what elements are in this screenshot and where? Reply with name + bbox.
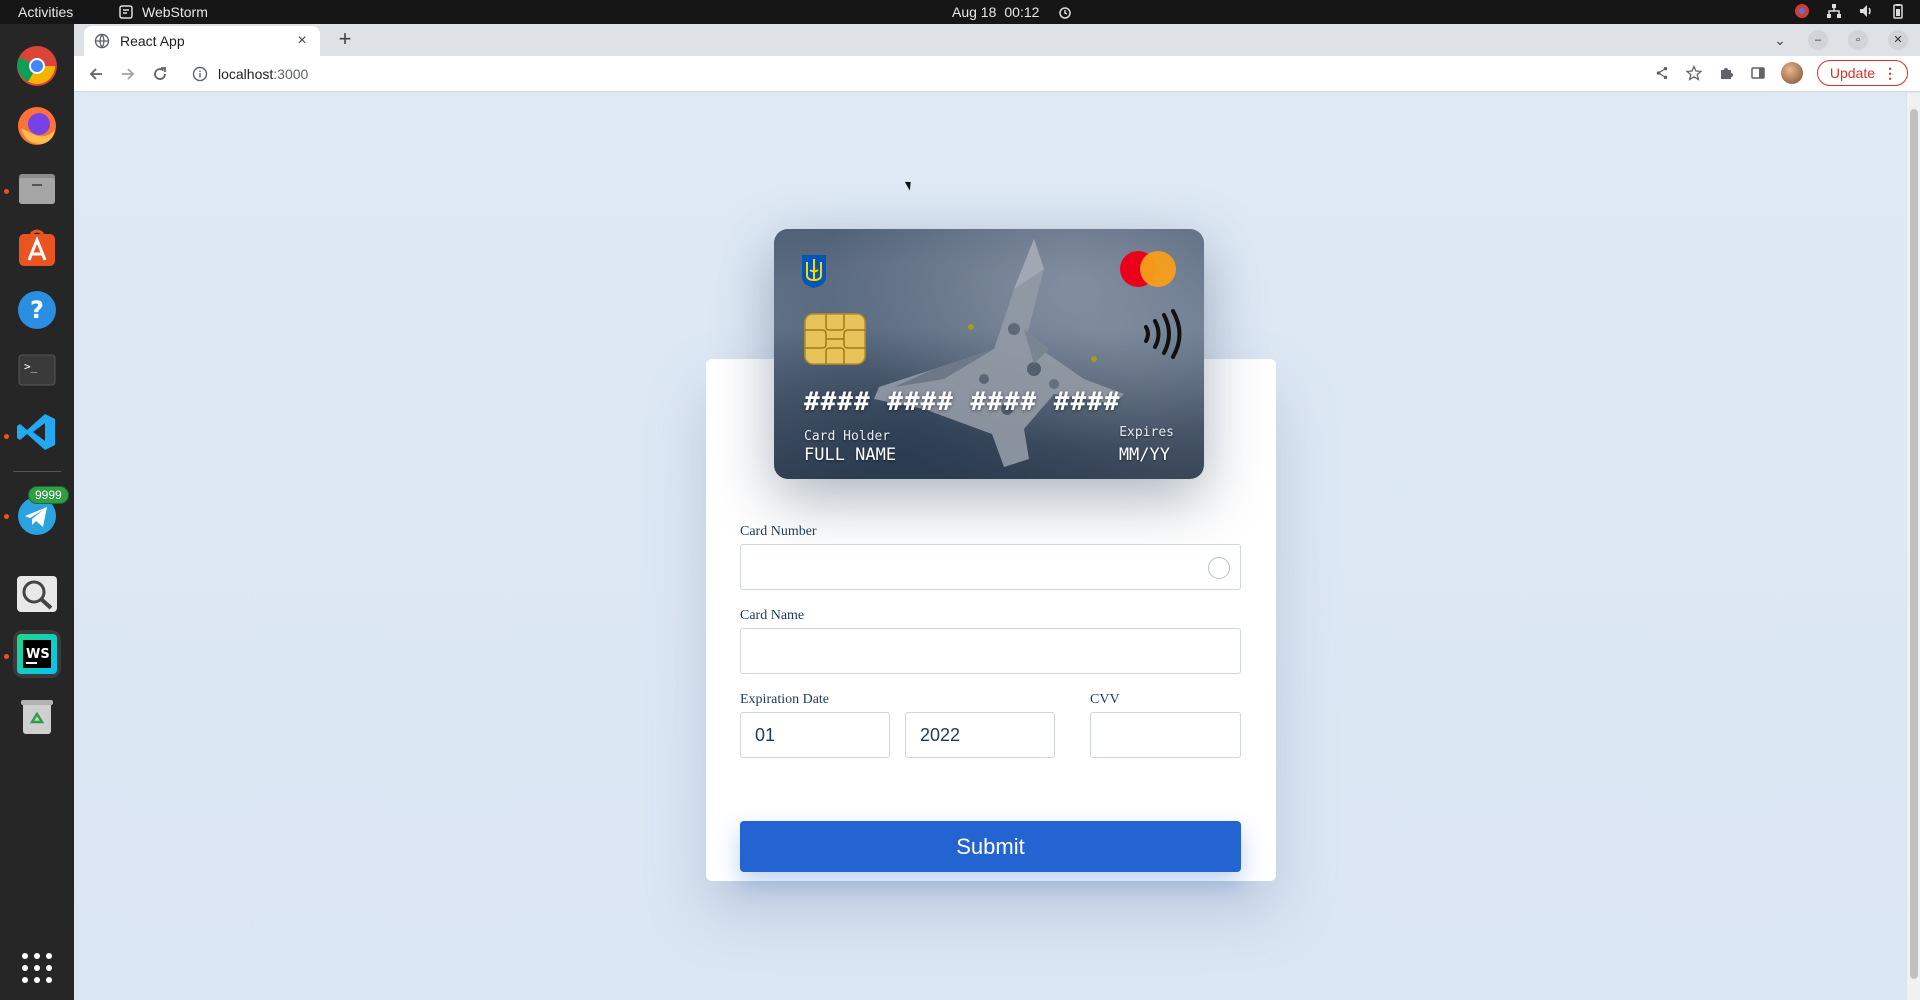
cvv-label: CVV xyxy=(1090,692,1120,707)
clock-time: 00:12 xyxy=(1004,4,1040,20)
card-number-input[interactable] xyxy=(740,544,1241,590)
browser-toolbar: localhost:3000 Update ⋮ xyxy=(74,56,1920,92)
card-number-label: Card Number xyxy=(740,524,817,539)
forward-icon[interactable] xyxy=(116,62,140,86)
expires-label: Expires xyxy=(1119,425,1174,440)
expiration-month-select[interactable]: 01 xyxy=(740,712,890,758)
show-apps-icon[interactable] xyxy=(13,944,61,992)
expiration-month-value: 01 xyxy=(755,724,776,745)
volume-icon[interactable] xyxy=(1858,3,1874,19)
clock[interactable]: Aug 18 00:12 xyxy=(952,4,1073,20)
page-scrollbar[interactable] xyxy=(1906,93,1920,1000)
new-tab-icon[interactable]: + xyxy=(334,28,356,51)
minimize-icon[interactable]: – xyxy=(1808,30,1828,50)
submit-button-label: Submit xyxy=(956,833,1025,859)
app-menu-label: WebStorm xyxy=(142,4,208,20)
expiration-year-select[interactable]: 2022 xyxy=(905,712,1055,758)
files-icon[interactable] xyxy=(13,164,61,212)
site-info-icon[interactable] xyxy=(192,66,208,82)
expiration-year-value: 2022 xyxy=(920,724,961,745)
search-icon[interactable] xyxy=(13,570,61,618)
card-number-display[interactable]: #### #### #### #### xyxy=(804,387,1120,417)
submit-button[interactable]: Submit xyxy=(740,821,1241,872)
svg-text:?: ? xyxy=(30,296,44,324)
svg-text:>_: >_ xyxy=(24,360,38,373)
browser-window: React App × + ⌄ – ▫ ✕ localhost:3000 Up… xyxy=(74,24,1920,1000)
svg-text:WS: WS xyxy=(26,647,50,662)
update-button-label: Update xyxy=(1829,65,1875,81)
alarm-icon xyxy=(1059,7,1072,19)
firefox-icon[interactable] xyxy=(13,102,61,150)
close-tab-icon[interactable]: × xyxy=(294,33,310,49)
expires-value[interactable]: MM/YY xyxy=(1119,445,1170,465)
ubuntu-dock: ? >_ 9999 WS xyxy=(0,24,74,1000)
page-viewport: #### #### #### #### Card Holder FULL NAM… xyxy=(74,93,1920,1000)
dock-separator xyxy=(13,471,61,472)
network-icon[interactable] xyxy=(1826,3,1842,19)
card-chip-icon xyxy=(804,313,866,365)
bookmark-star-icon[interactable] xyxy=(1685,64,1703,82)
card-holder-label: Card Holder xyxy=(804,429,891,444)
tab-strip: React App × + ⌄ – ▫ ✕ xyxy=(74,24,1920,56)
webstorm-icon[interactable]: WS xyxy=(13,630,61,678)
extensions-icon[interactable] xyxy=(1717,64,1735,82)
expiration-date-label: Expiration Date xyxy=(740,692,830,707)
update-button[interactable]: Update ⋮ xyxy=(1816,60,1908,86)
telegram-unread-badge: 9999 xyxy=(28,486,69,504)
profile-avatar[interactable] xyxy=(1780,62,1803,84)
globe-icon xyxy=(94,33,110,49)
mouse-pointer xyxy=(904,179,915,191)
tab-react-app[interactable]: React App × xyxy=(84,26,320,56)
app-center-icon[interactable] xyxy=(13,224,61,272)
card-name-label: Card Name xyxy=(740,608,805,623)
reload-icon[interactable] xyxy=(148,62,172,86)
address-host: localhost xyxy=(218,66,274,82)
battery-icon[interactable] xyxy=(1890,3,1906,19)
chrome-icon[interactable] xyxy=(13,42,61,90)
back-icon[interactable] xyxy=(84,62,108,86)
webstorm-app-icon xyxy=(119,5,133,19)
trash-icon[interactable] xyxy=(13,692,61,740)
terminal-icon[interactable]: >_ xyxy=(13,346,61,394)
share-icon[interactable] xyxy=(1653,64,1671,82)
ukraine-trident-icon xyxy=(802,255,826,288)
address-bar[interactable]: localhost:3000 xyxy=(184,60,1714,88)
close-window-icon[interactable]: ✕ xyxy=(1888,30,1908,50)
maximize-icon[interactable]: ▫ xyxy=(1848,30,1868,50)
system-top-bar: Activities WebStorm Aug 18 00:12 xyxy=(0,0,1920,24)
side-panel-icon[interactable] xyxy=(1749,64,1767,82)
cvv-input[interactable] xyxy=(1090,712,1241,758)
system-tray[interactable] xyxy=(1794,3,1906,19)
card-holder-value[interactable]: FULL NAME xyxy=(804,445,896,465)
toolbar-actions: Update ⋮ xyxy=(1653,60,1908,86)
contactless-icon xyxy=(1144,309,1182,359)
address-port: :3000 xyxy=(273,66,309,82)
help-icon[interactable]: ? xyxy=(13,286,61,334)
more-vertical-icon: ⋮ xyxy=(1883,64,1897,81)
scrollbar-thumb[interactable] xyxy=(1910,109,1918,979)
card-name-input[interactable] xyxy=(740,628,1241,674)
vscode-icon[interactable] xyxy=(13,408,61,456)
tab-title: React App xyxy=(120,33,185,49)
tab-search-icon[interactable]: ⌄ xyxy=(1770,30,1790,50)
update-notifier-icon[interactable] xyxy=(1794,3,1810,19)
clock-date: Aug 18 xyxy=(952,4,997,20)
app-menu[interactable]: WebStorm xyxy=(118,4,208,20)
activities-button[interactable]: Activities xyxy=(18,4,73,20)
credit-card-preview: #### #### #### #### Card Holder FULL NAM… xyxy=(774,229,1204,479)
loading-ring-icon xyxy=(1208,557,1230,579)
mastercard-logo xyxy=(1120,251,1176,287)
